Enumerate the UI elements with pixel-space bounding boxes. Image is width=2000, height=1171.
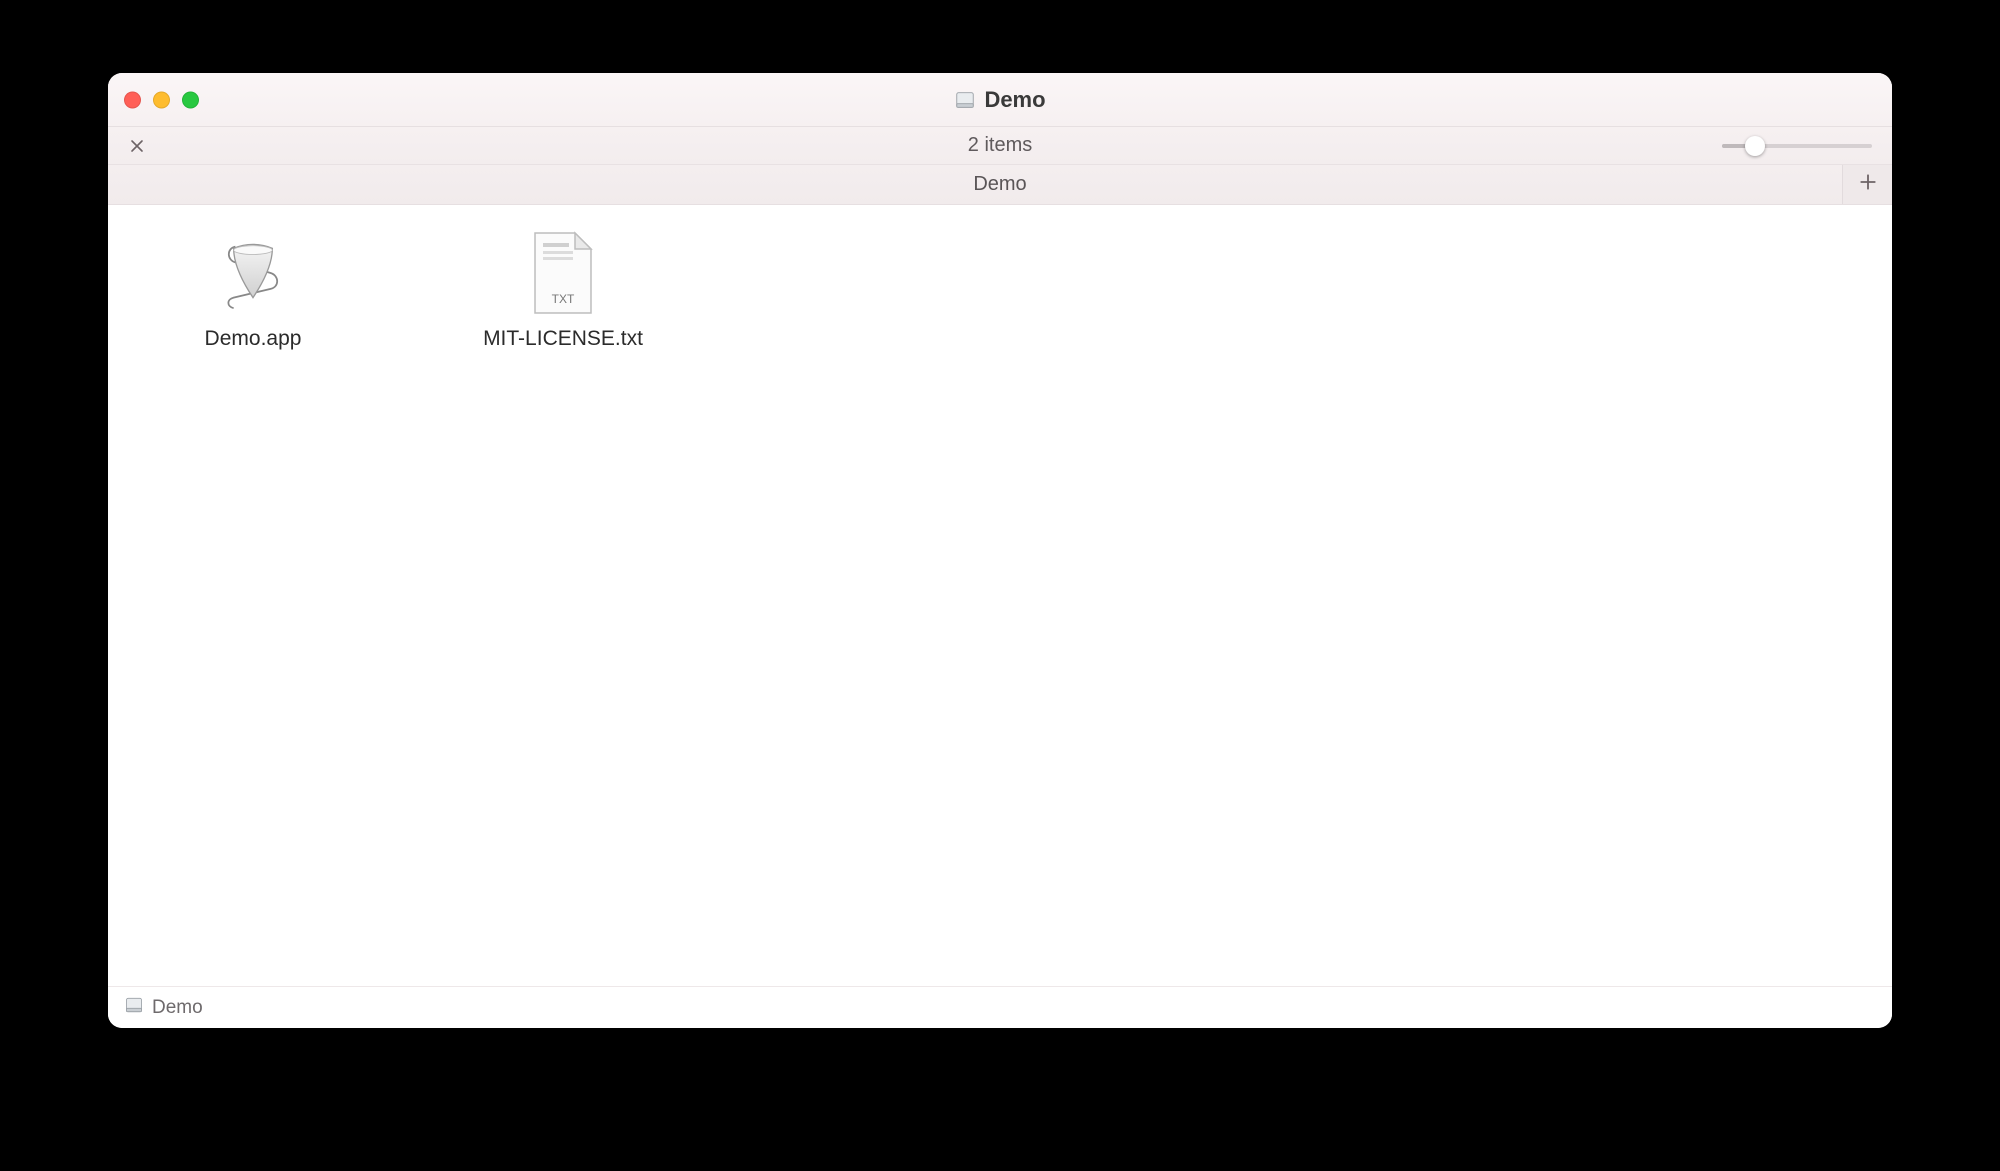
toolbar: 2 items (108, 127, 1892, 165)
slider-thumb[interactable] (1745, 136, 1765, 156)
script-app-icon (209, 229, 297, 317)
tab-active[interactable]: Demo (973, 173, 1026, 196)
item-count-label: 2 items (968, 134, 1032, 157)
disk-icon (124, 995, 144, 1020)
titlebar: Demo (108, 73, 1892, 127)
tab-bar: Demo (108, 165, 1892, 205)
icon-size-slider[interactable] (1722, 136, 1872, 156)
plus-icon (1859, 173, 1877, 196)
file-label: MIT-LICENSE.txt (483, 327, 643, 351)
path-bar: Demo (108, 986, 1892, 1028)
disk-icon (954, 89, 976, 111)
close-window-button[interactable] (124, 91, 141, 108)
close-icon[interactable] (126, 135, 148, 157)
file-item-txt[interactable]: TXT MIT-LICENSE.txt (448, 229, 678, 351)
txt-file-icon: TXT (519, 229, 607, 317)
window-title: Demo (954, 87, 1045, 113)
slider-track (1722, 144, 1872, 148)
file-grid: Demo.app TXT MIT-LICENSE.txt (108, 205, 1892, 986)
minimize-window-button[interactable] (153, 91, 170, 108)
path-location[interactable]: Demo (152, 997, 203, 1019)
zoom-window-button[interactable] (182, 91, 199, 108)
window-controls (124, 91, 199, 108)
svg-text:TXT: TXT (552, 292, 575, 306)
new-tab-button[interactable] (1842, 165, 1892, 204)
window-title-text: Demo (984, 87, 1045, 113)
file-label: Demo.app (205, 327, 302, 351)
finder-window: Demo 2 items Demo (108, 73, 1892, 1028)
file-item-app[interactable]: Demo.app (138, 229, 368, 351)
